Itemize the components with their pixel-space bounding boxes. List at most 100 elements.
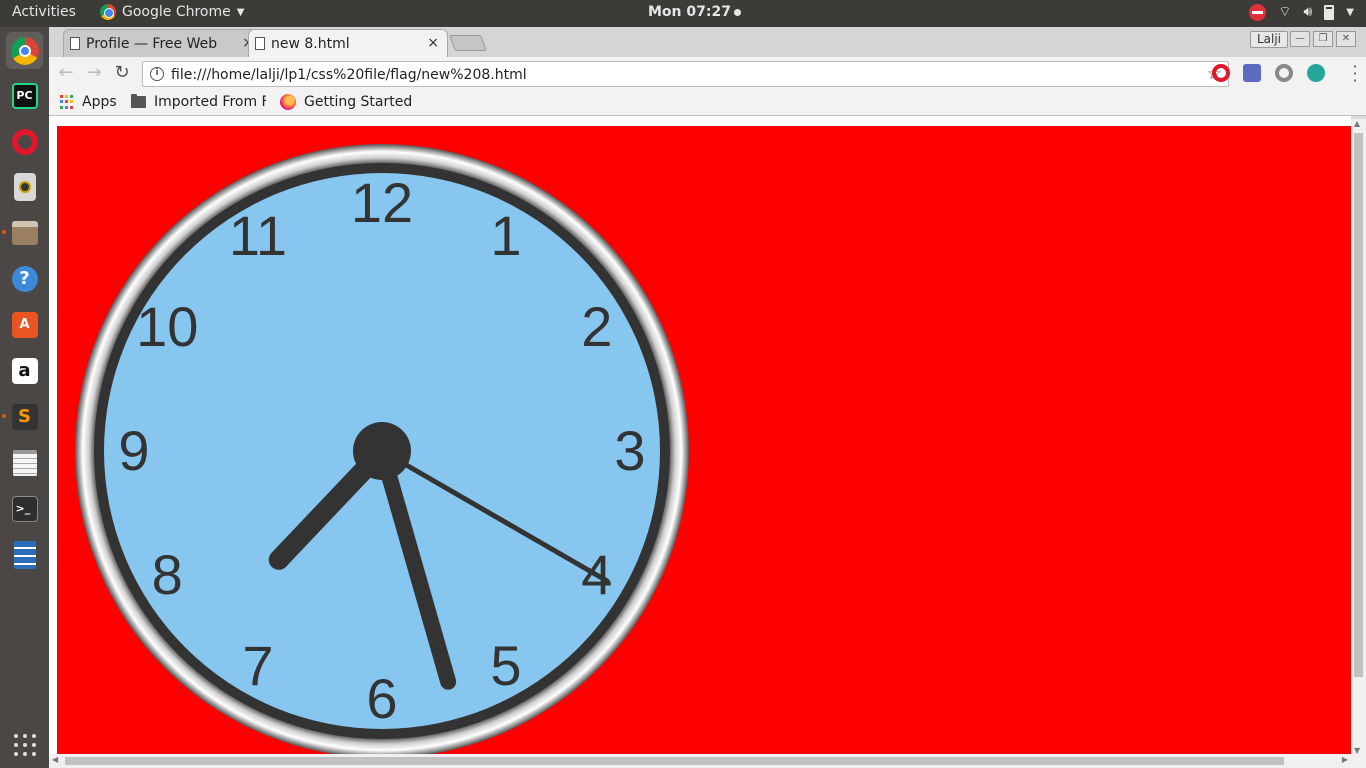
- running-indicator-icon: [2, 414, 6, 418]
- vertical-scrollbar[interactable]: ▲ ▼: [1351, 119, 1366, 755]
- system-tray[interactable]: ⌔ 🔊︎ ▼: [1249, 3, 1354, 21]
- bookmark-apps[interactable]: Apps: [60, 94, 117, 110]
- clock-number: 12: [350, 171, 414, 234]
- tab-title: Profile — Free Web: [86, 35, 218, 52]
- file-icon: [255, 37, 265, 50]
- dock-sublime[interactable]: S: [2, 398, 43, 435]
- dock-writer[interactable]: [6, 536, 43, 573]
- notification-dot-icon: [733, 8, 741, 16]
- clock-graphic: [75, 144, 689, 754]
- bookmark-imported[interactable]: Imported From F: [131, 94, 266, 110]
- bookmark-label: Imported From F: [154, 94, 266, 110]
- wifi-icon[interactable]: ⌔: [1278, 3, 1291, 21]
- running-indicator-icon: [2, 230, 6, 234]
- file-icon: [70, 37, 80, 50]
- url-input[interactable]: [171, 65, 1181, 84]
- do-not-disturb-icon[interactable]: [1249, 3, 1267, 21]
- bookmark-label: Apps: [82, 94, 117, 110]
- clock-number: 7: [242, 633, 274, 697]
- dock-terminal[interactable]: >_: [6, 490, 43, 527]
- activities-button[interactable]: Activities: [12, 4, 76, 20]
- software-store-icon: A: [11, 311, 38, 338]
- info-icon[interactable]: i: [150, 67, 164, 81]
- sublime-icon: S: [11, 403, 38, 430]
- restore-button[interactable]: ❐: [1313, 31, 1333, 47]
- vertical-scroll-thumb[interactable]: [1354, 133, 1363, 677]
- close-tab-icon[interactable]: ×: [427, 35, 439, 51]
- volume-icon[interactable]: 🔊︎: [1303, 4, 1312, 20]
- dock-speaker[interactable]: [6, 168, 43, 205]
- horizontal-scroll-thumb[interactable]: [65, 757, 1284, 765]
- scroll-right-icon[interactable]: ▶: [1342, 755, 1348, 764]
- clock-number: 4: [581, 543, 613, 606]
- circle-extension-icon[interactable]: [1275, 64, 1293, 82]
- opera-extension-icon[interactable]: [1212, 64, 1230, 82]
- profile-button[interactable]: Lalji: [1249, 31, 1288, 48]
- new-tab-button[interactable]: [449, 35, 487, 51]
- clock-number: 1: [490, 204, 522, 268]
- help-icon: ?: [11, 265, 38, 292]
- clock-number: 8: [151, 543, 183, 606]
- tab-strip: Profile — Free Web × new 8.html × Lalji …: [49, 27, 1366, 57]
- address-bar[interactable]: i ☆: [142, 61, 1229, 87]
- page-viewport: 12 1 2 3 4 5 6 7 8 9 10 11: [57, 126, 1351, 754]
- pycharm-icon: PC: [11, 82, 38, 109]
- bookmarks-bar: Apps Imported From F Getting Started: [49, 90, 1366, 116]
- clock-number: 6: [366, 667, 398, 730]
- scroll-left-icon[interactable]: ◀: [52, 755, 58, 764]
- dock-help[interactable]: ?: [6, 260, 43, 297]
- tab-new-8[interactable]: new 8.html ×: [248, 29, 448, 57]
- terminal-icon: >_: [11, 495, 38, 522]
- dock-opera[interactable]: [6, 123, 43, 160]
- tab-profile[interactable]: Profile — Free Web ×: [63, 29, 263, 57]
- reload-button[interactable]: ↻: [111, 63, 133, 85]
- bookmark-getting-started[interactable]: Getting Started: [280, 94, 412, 110]
- minimize-button[interactable]: —: [1290, 31, 1310, 47]
- launcher-dock: PC ? A a S >_: [0, 27, 49, 768]
- analog-clock: 12 1 2 3 4 5 6 7 8 9 10 11: [75, 144, 689, 754]
- close-window-button[interactable]: ✕: [1336, 31, 1356, 47]
- dock-files[interactable]: [2, 214, 43, 251]
- page-margin: [49, 116, 1351, 126]
- battery-icon[interactable]: [1324, 4, 1335, 20]
- tab-title: new 8.html: [271, 35, 350, 52]
- clock-center-cap: [353, 422, 411, 480]
- dock-pycharm[interactable]: PC: [6, 77, 43, 114]
- dock-software-store[interactable]: A: [6, 306, 43, 343]
- chrome-menu-icon[interactable]: · · ·: [1352, 59, 1358, 89]
- folder-icon: [131, 94, 146, 108]
- opera-icon: [11, 128, 38, 155]
- dock-amazon[interactable]: a: [6, 352, 43, 389]
- clock-number: 3: [614, 419, 646, 482]
- translate-extension-icon[interactable]: [1243, 64, 1261, 82]
- speaker-icon: [13, 172, 36, 201]
- show-applications-icon[interactable]: [14, 734, 36, 756]
- clock-number: 10: [136, 295, 199, 358]
- amazon-icon: a: [11, 357, 38, 384]
- chrome-icon: [100, 4, 116, 20]
- system-top-bar: Activities Google Chrome ▼ Mon 07:27 ⌔ 🔊…: [0, 0, 1366, 27]
- horizontal-scrollbar[interactable]: ◀ ▶: [49, 754, 1366, 768]
- back-button[interactable]: ←: [55, 63, 77, 85]
- files-icon: [11, 220, 38, 245]
- clock-number: 5: [490, 633, 522, 697]
- app-menu[interactable]: Google Chrome ▼: [100, 4, 244, 20]
- apps-grid-icon: [60, 95, 74, 109]
- clock-number: 11: [228, 204, 288, 268]
- firefox-icon: [280, 94, 296, 110]
- dock-text-editor[interactable]: [6, 444, 43, 481]
- chevron-down-icon: ▼: [236, 6, 245, 18]
- system-clock[interactable]: Mon 07:27: [648, 4, 741, 20]
- page-margin: [49, 116, 57, 754]
- m-extension-icon[interactable]: [1307, 64, 1325, 82]
- text-editor-icon: [12, 449, 37, 476]
- clock-number: 2: [581, 295, 613, 358]
- system-menu-chevron-icon[interactable]: ▼: [1346, 7, 1354, 18]
- browser-toolbar: ← → ↻ i ☆ ···: [49, 57, 1366, 90]
- forward-button[interactable]: →: [83, 63, 105, 85]
- app-menu-label: Google Chrome: [122, 4, 231, 20]
- dock-chrome[interactable]: [6, 32, 43, 69]
- clock-label: Mon 07:27: [648, 4, 731, 20]
- scroll-up-icon[interactable]: ▲: [1354, 119, 1360, 128]
- bookmark-label: Getting Started: [304, 94, 413, 110]
